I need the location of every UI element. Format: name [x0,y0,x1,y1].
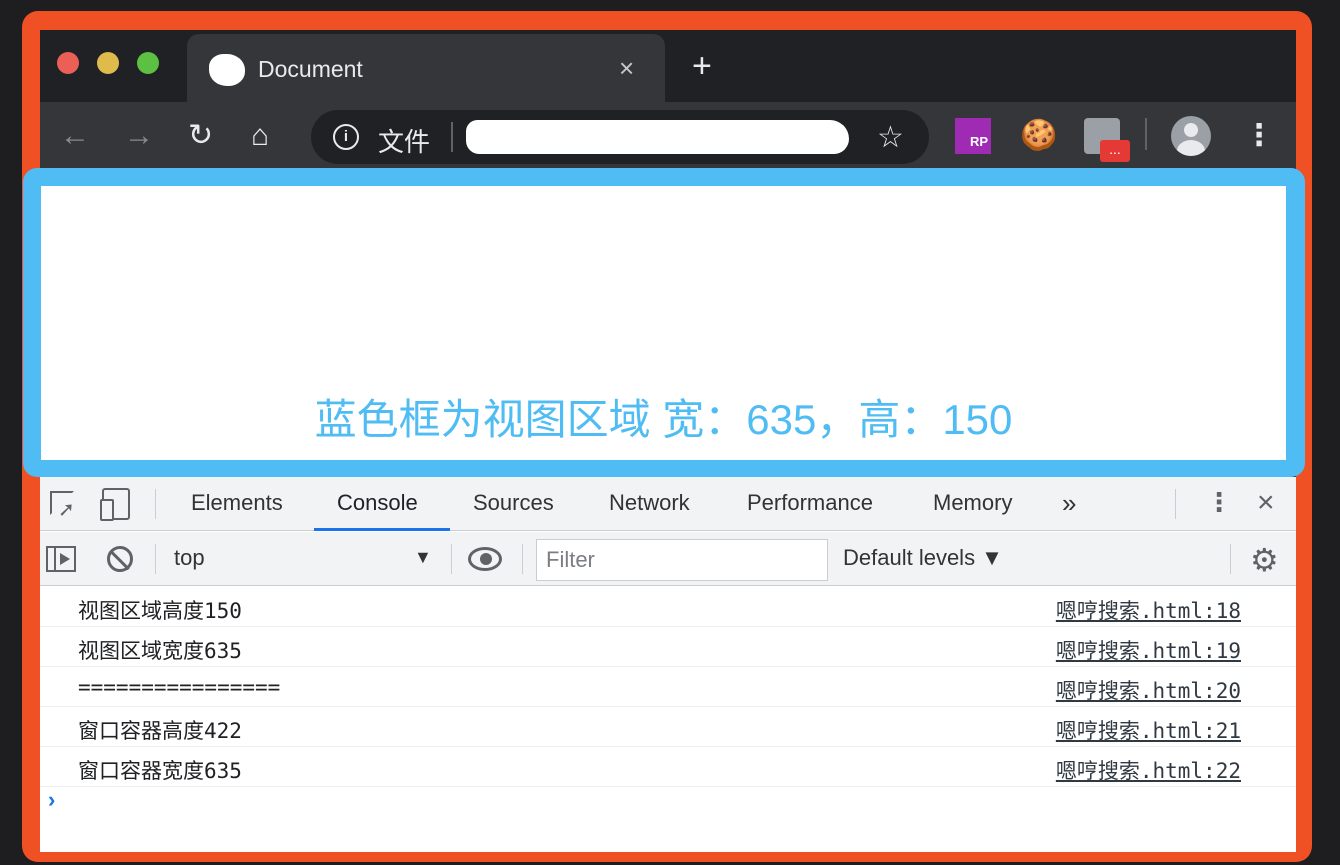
active-tab-indicator [314,528,450,531]
toolbar-divider [1230,544,1231,574]
forward-icon[interactable]: → [124,120,154,152]
log-source-link[interactable]: 嗯哼搜索.html:19 [1056,635,1241,665]
browser-tab[interactable]: Document × [187,34,665,102]
axure-rp-extension-icon[interactable]: RP [955,118,991,154]
log-message: 窗口容器宽度635 [78,759,242,783]
console-log-row: 视图区域高度150 嗯哼搜索.html:18 [40,587,1296,627]
log-message: 视图区域高度150 [78,599,242,623]
close-window-button[interactable] [57,52,79,74]
toolbar-divider [155,544,156,574]
tab-performance[interactable]: Performance [747,490,873,516]
info-icon[interactable]: i [333,124,359,150]
address-divider [451,122,453,152]
favicon-icon [209,54,245,86]
log-source-link[interactable]: 嗯哼搜索.html:20 [1056,675,1241,705]
profile-avatar-icon[interactable] [1171,116,1211,156]
console-log-row: 窗口容器宽度635 嗯哼搜索.html:22 [40,747,1296,787]
tab-memory[interactable]: Memory [933,490,1012,516]
log-levels-dropdown[interactable]: Default levels ▼ [843,545,1003,571]
console-log-row: 视图区域宽度635 嗯哼搜索.html:19 [40,627,1296,667]
browser-menu-icon[interactable]: ⋮ [1244,120,1274,152]
cookie-extension-icon[interactable]: 🍪 [1020,118,1057,154]
maximize-window-button[interactable] [137,52,159,74]
clear-console-icon[interactable] [107,546,133,572]
devtools-panel: ➚ Elements Console Sources Network Perfo… [40,477,1296,852]
tab-title: Document [258,56,363,82]
back-icon[interactable]: ← [60,120,90,152]
viewport-caption: 蓝色框为视图区域 宽：635，高：150 [314,396,1013,443]
devtools-tab-bar: ➚ Elements Console Sources Network Perfo… [40,477,1296,531]
minimize-window-button[interactable] [97,52,119,74]
browser-toolbar: ← → ↻ ⌂ i 文件 ☆ RP 🍪 ... ⋮ [40,102,1296,170]
context-selector[interactable]: top [174,545,205,571]
extension-badge: ... [1100,140,1130,162]
console-prompt-icon[interactable]: › [48,787,55,813]
toolbar-divider [522,544,523,574]
console-log-row: 窗口容器高度422 嗯哼搜索.html:21 [40,707,1296,747]
address-security-label: 文件 [378,127,431,157]
tab-divider [155,489,156,519]
tab-strip: Document × + [40,30,1296,102]
log-source-link[interactable]: 嗯哼搜索.html:22 [1056,755,1241,785]
log-source-link[interactable]: 嗯哼搜索.html:21 [1056,715,1241,745]
device-phone-icon [100,499,114,521]
toolbar-divider [1145,118,1147,150]
tab-close-icon[interactable]: × [619,52,634,84]
devtools-menu-icon[interactable]: ⋮ [1206,487,1232,518]
bookmark-star-icon[interactable]: ☆ [877,120,904,155]
chevron-down-icon[interactable]: ▼ [414,547,432,568]
console-sidebar-icon[interactable] [46,546,76,572]
console-log-row: ================ 嗯哼搜索.html:20 [40,667,1296,707]
inspect-arrow-icon: ➚ [58,499,75,521]
home-icon[interactable]: ⌂ [251,120,269,152]
tab-elements[interactable]: Elements [191,490,283,516]
console-toolbar: top ▼ Default levels ▼ ⚙ [40,532,1296,586]
log-source-link[interactable]: 嗯哼搜索.html:18 [1056,595,1241,625]
console-log-list: 视图区域高度150 嗯哼搜索.html:18 视图区域宽度635 嗯哼搜索.ht… [40,587,1296,787]
tab-divider [1175,489,1176,519]
devtools-close-icon[interactable]: × [1257,486,1275,520]
tab-sources[interactable]: Sources [473,490,554,516]
log-message: 窗口容器高度422 [78,719,242,743]
log-message: ================ [78,675,281,699]
log-message: 视图区域宽度635 [78,639,242,663]
console-filter-input[interactable] [536,539,828,581]
live-expression-eye-icon[interactable] [468,547,502,571]
address-bar[interactable]: i 文件 ☆ [311,110,929,164]
tab-console[interactable]: Console [337,490,418,516]
console-settings-gear-icon[interactable]: ⚙ [1250,541,1279,579]
reload-icon[interactable]: ↻ [188,120,213,152]
more-tabs-icon[interactable]: » [1062,488,1076,519]
redacted-url [466,120,849,154]
tab-network[interactable]: Network [609,490,690,516]
new-tab-button[interactable]: + [692,48,712,84]
page-viewport: 蓝色框为视图区域 宽：635，高：150 [41,186,1286,460]
toolbar-divider [451,544,452,574]
